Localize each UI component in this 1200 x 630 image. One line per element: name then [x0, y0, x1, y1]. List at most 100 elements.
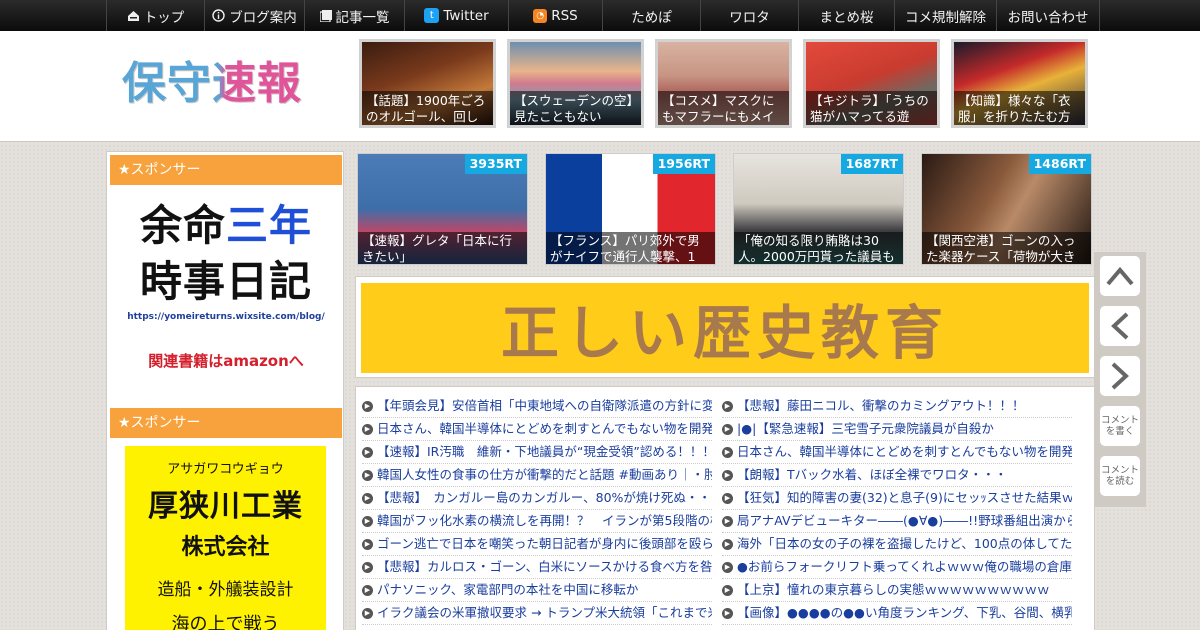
ad-text: 余命 [139, 201, 226, 250]
left-sidebar: ★スポンサー 余命三年 時事日記 https://yomeireturns.wi… [106, 151, 344, 630]
arrow-bullet-icon: ▶ [362, 561, 373, 573]
sponsor-ad-asagawa[interactable]: アサガワコウギョウ 厚狭川工業 株式会社 造船・外艤装設計 海の上で戦う [125, 446, 326, 630]
list-item[interactable]: ▶ ゴーン逃亡で日本を嘲笑った朝日記者が身内に後頭部を殴られる [362, 533, 712, 556]
featured-article[interactable]: 【知識】様々な「衣服」を折りたたむ方 [951, 39, 1088, 128]
list-item[interactable]: ▶ 【画像】●●●●の●●い角度ランキング、下乳、谷間、横乳の順番 [722, 602, 1072, 625]
list-item[interactable]: ▶ 海外「日本の女の子の裸を盗撮したけど、100点の体してた…」 [722, 533, 1072, 556]
article-link: 【悲報】 カンガルー島のカンガルー、80%が焼け死ぬ・・・ [377, 490, 712, 505]
scroll-top-button[interactable] [1100, 256, 1140, 296]
list-item[interactable]: ▶ 【狂気】知的障害の妻(32)と息子(9)にセッｯスさせた結果ｗｗｗ [722, 487, 1072, 510]
list-item[interactable]: ▶ 【朗報】Tバック水着、ほぼ全裸でワロタ・・・ [722, 464, 1072, 487]
nav-comment-unblock[interactable]: コメ規制解除 [894, 0, 996, 31]
ranked-title: 「俺の知る限り賄賂は30人。2000万円貰った議員も [734, 232, 903, 264]
rt-count-badge: 1486RT [1028, 154, 1091, 174]
floating-toolbar: コメントを書く コメントを読む [1094, 252, 1146, 507]
nav-label: お問い合わせ [1007, 9, 1089, 26]
sponsor-header: ★スポンサー [110, 155, 342, 185]
list-item[interactable]: ▶ 日本さん、韓国半導体にとどめを刺すとんでもない物を開発してしまう [722, 441, 1072, 464]
featured-title: 【知識】様々な「衣服」を折りたたむ方 [954, 91, 1085, 125]
banner-container: 正しい歴史教育 [355, 276, 1095, 378]
nav-tamepo[interactable]: ためぽ [602, 0, 700, 31]
list-item[interactable]: ▶ 【年頭会見】安倍首相「中東地域への自衛隊派遣の方針に変わりはない」 [362, 395, 712, 418]
list-item[interactable]: ▶ 局アナAVデビューキター――(●∀●)――!!野球番組出演から凄まじい [722, 510, 1072, 533]
ad-company-type: 株式会社 [181, 535, 270, 560]
ad-business: 造船・外艤装設計 [157, 580, 294, 600]
ranked-article[interactable]: 1956RT 【フランス】パリ郊外で男がナイフで通行人襲撃、1 [545, 153, 716, 265]
write-comment-button[interactable]: コメントを書く [1100, 406, 1140, 446]
article-link: ゴーン逃亡で日本を嘲笑った朝日記者が身内に後頭部を殴られる [377, 536, 712, 551]
ad-line-1: 余命三年 [119, 198, 333, 254]
ranked-article[interactable]: 1687RT 「俺の知る限り賄賂は30人。2000万円貰った議員も [733, 153, 904, 265]
nav-contact[interactable]: お問い合わせ [996, 0, 1100, 31]
list-item[interactable]: ▶ 韓国がフッ化水素の横流しを再開！？ イランが第5段階の核開発へ [362, 510, 712, 533]
list-item[interactable]: ▶ 【上京】憧れの東京暮らしの実態ｗｗｗｗｗｗｗｗｗｗ [722, 579, 1072, 602]
featured-article[interactable]: 【話題】1900年ごろのオルゴール、回し [359, 39, 496, 128]
article-link: 海外「日本の女の子の裸を盗撮したけど、100点の体してた…」 [737, 536, 1072, 551]
arrow-bullet-icon: ▶ [722, 584, 733, 596]
article-link: 【上京】憧れの東京暮らしの実態ｗｗｗｗｗｗｗｗｗｗ [737, 582, 1050, 597]
nav-label: まとめ桜 [819, 9, 874, 26]
article-link: 【朗報】Tバック水着、ほぼ全裸でワロタ・・・ [737, 467, 1008, 482]
article-column-left: ▶ 【年頭会見】安倍首相「中東地域への自衛隊派遣の方針に変わりはない」 ▶ 日本さん… [362, 395, 712, 625]
arrow-bullet-icon: ▶ [362, 492, 373, 504]
next-button[interactable] [1100, 356, 1140, 396]
arrow-bullet-icon: ▶ [722, 515, 733, 527]
chevron-right-icon [1111, 362, 1129, 390]
list-item[interactable]: ▶ 【悲報】 カンガルー島のカンガルー、80%が焼け死ぬ・・・ [362, 487, 712, 510]
list-item[interactable]: ▶ 韓国人女性の食事の仕方が衝撃的だと話題 #動画あり｜・肘をついて [362, 464, 712, 487]
nav-blog-info[interactable]: ブログ案内 [204, 0, 304, 31]
arrow-bullet-icon: ▶ [362, 446, 373, 458]
nav-label: トップ [143, 9, 185, 26]
article-column-right: ▶ 【悲報】藤田ニコル、衝撃のカミングアウト！！！ ▶ |●|【緊急速報】三宅雪子元… [722, 395, 1072, 625]
sponsor-header: ★スポンサー [110, 408, 342, 438]
article-link: 局アナAVデビューキター――(●∀●)――!!野球番組出演から凄まじい [737, 513, 1072, 528]
list-item[interactable]: ▶ ●お前らフォークリフト乗ってくれよｗｗｗ俺の職場の倉庫潰れ [722, 556, 1072, 579]
nav-label: ワロタ [729, 9, 770, 26]
ad-line-2: 時事日記 [139, 257, 312, 306]
top-nav: トップ ブログ案内 記事一覧 t Twitter ◔ RSS ためぽ ワロタ ま… [0, 0, 1200, 31]
arrow-bullet-icon: ▶ [722, 607, 733, 619]
featured-article[interactable]: 【コスメ】マスクにもマフラーにもメイ [655, 39, 792, 128]
list-icon [319, 9, 332, 22]
ranked-article[interactable]: 3935RT 【速報】グレタ「日本に行きたい」 [357, 153, 528, 265]
nav-warota[interactable]: ワロタ [700, 0, 798, 31]
featured-title: 【キジトラ】「うちの猫がハマってる遊 [806, 91, 937, 125]
article-link: 【速報】IR汚職 維新・下地議員が“現金受領”認める！！！！ [377, 444, 712, 459]
nav-rss[interactable]: ◔ RSS [508, 0, 602, 31]
arrow-bullet-icon: ▶ [362, 469, 373, 481]
read-comment-label: コメントを読む [1100, 465, 1139, 487]
rss-icon: ◔ [533, 8, 548, 23]
ranked-title: 【速報】グレタ「日本に行きたい」 [358, 232, 527, 264]
list-item[interactable]: ▶ 日本さん、韓国半導体にとどめを刺すとんでもない物を開発してしまう [362, 418, 712, 441]
article-link: イラク議会の米軍撤収要求 → トランプ米大統領「これまで米軍が [377, 605, 712, 620]
list-item[interactable]: ▶ 【速報】IR汚職 維新・下地議員が“現金受領”認める！！！！ [362, 441, 712, 464]
history-education-banner[interactable]: 正しい歴史教育 [361, 283, 1089, 373]
arrow-bullet-icon: ▶ [722, 561, 733, 573]
nav-top[interactable]: トップ [106, 0, 204, 31]
article-link: 【悲報】藤田ニコル、衝撃のカミングアウト！！！ [737, 398, 1025, 413]
nav-matome-sakura[interactable]: まとめ桜 [798, 0, 894, 31]
nav-article-list[interactable]: 記事一覧 [304, 0, 404, 31]
nav-twitter[interactable]: t Twitter [404, 0, 508, 31]
arrow-bullet-icon: ▶ [362, 584, 373, 596]
article-link: 【狂気】知的障害の妻(32)と息子(9)にセッｯスさせた結果ｗｗｗ [737, 490, 1072, 505]
list-item[interactable]: ▶ 【悲報】藤田ニコル、衝撃のカミングアウト！！！ [722, 395, 1072, 418]
site-logo[interactable]: 保守速報 [122, 55, 322, 113]
list-item[interactable]: ▶ 【悲報】カルロス・ゴーン、白米にソースかける食べ方を咎められ [362, 556, 712, 579]
ranked-article[interactable]: 1486RT 【関西空港】ゴーンの入った楽器ケース「荷物が大き [921, 153, 1092, 265]
list-item[interactable]: ▶ パナソニック、家電部門の本社を中国に移転か [362, 579, 712, 602]
ad-amazon-link[interactable]: 関連書籍はamazonへ [119, 350, 333, 371]
arrow-bullet-icon: ▶ [722, 400, 733, 412]
previous-button[interactable] [1100, 306, 1140, 346]
arrow-bullet-icon: ▶ [362, 515, 373, 527]
sponsor-ad-yomei[interactable]: 余命三年 時事日記 https://yomeireturns.wixsite.c… [119, 198, 333, 376]
featured-article[interactable]: 【スウェーデンの空】見たこともない [507, 39, 644, 128]
write-comment-label: コメントを書く [1100, 415, 1139, 437]
arrow-bullet-icon: ▶ [722, 492, 733, 504]
list-item[interactable]: ▶ |●|【緊急速報】三宅雪子元衆院議員が自殺か [722, 418, 1072, 441]
home-icon [127, 10, 140, 22]
list-item[interactable]: ▶ イラク議会の米軍撤収要求 → トランプ米大統領「これまで米軍が [362, 602, 712, 625]
read-comment-button[interactable]: コメントを読む [1100, 456, 1140, 496]
featured-article[interactable]: 【キジトラ】「うちの猫がハマってる遊 [803, 39, 940, 128]
arrow-bullet-icon: ▶ [722, 469, 733, 481]
